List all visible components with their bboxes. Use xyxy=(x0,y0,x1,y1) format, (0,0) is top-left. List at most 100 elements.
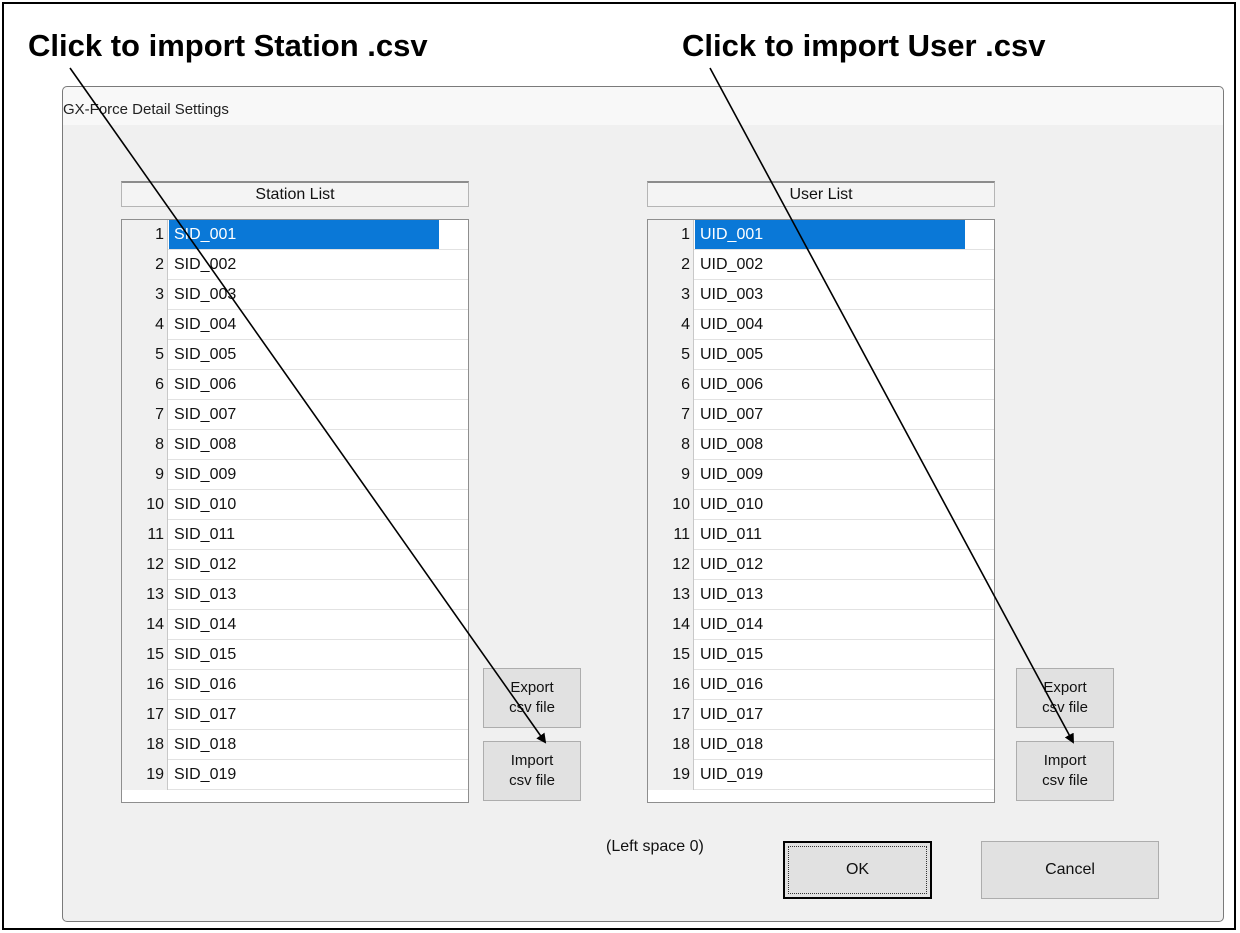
user-row[interactable]: 17 UID_017 xyxy=(648,700,994,730)
user-row[interactable]: 11 UID_011 xyxy=(648,520,994,550)
station-row-number: 10 xyxy=(122,490,168,520)
station-cell[interactable]: SID_006 xyxy=(169,370,439,399)
user-row[interactable]: 5 UID_005 xyxy=(648,340,994,370)
station-cell[interactable]: SID_011 xyxy=(169,520,439,549)
user-row[interactable]: 2 UID_002 xyxy=(648,250,994,280)
station-row[interactable]: 16 SID_016 xyxy=(122,670,468,700)
user-row-number: 2 xyxy=(648,250,694,280)
station-row[interactable]: 11 SID_011 xyxy=(122,520,468,550)
station-cell[interactable]: SID_013 xyxy=(169,580,439,609)
station-row-number: 6 xyxy=(122,370,168,400)
user-cell[interactable]: UID_008 xyxy=(695,430,965,459)
user-row[interactable]: 9 UID_009 xyxy=(648,460,994,490)
user-cell[interactable]: UID_001 xyxy=(695,220,965,249)
station-row[interactable]: 19 SID_019 xyxy=(122,760,468,790)
user-row[interactable]: 14 UID_014 xyxy=(648,610,994,640)
user-cell[interactable]: UID_017 xyxy=(695,700,965,729)
user-row[interactable]: 8 UID_008 xyxy=(648,430,994,460)
user-cell[interactable]: UID_013 xyxy=(695,580,965,609)
station-cell[interactable]: SID_016 xyxy=(169,670,439,699)
user-cell[interactable]: UID_006 xyxy=(695,370,965,399)
ok-button[interactable]: OK xyxy=(783,841,932,899)
station-row[interactable]: 9 SID_009 xyxy=(122,460,468,490)
user-cell[interactable]: UID_009 xyxy=(695,460,965,489)
user-cell[interactable]: UID_012 xyxy=(695,550,965,579)
station-row-number: 8 xyxy=(122,430,168,460)
station-row[interactable]: 10 SID_010 xyxy=(122,490,468,520)
station-row-number: 2 xyxy=(122,250,168,280)
station-cell[interactable]: SID_002 xyxy=(169,250,439,279)
user-cell[interactable]: UID_018 xyxy=(695,730,965,759)
user-export-csv-button[interactable]: Export csv file xyxy=(1016,668,1114,728)
station-cell[interactable]: SID_012 xyxy=(169,550,439,579)
station-row-number: 9 xyxy=(122,460,168,490)
user-cell[interactable]: UID_004 xyxy=(695,310,965,339)
user-row-number: 17 xyxy=(648,700,694,730)
station-cell[interactable]: SID_018 xyxy=(169,730,439,759)
station-row-number: 15 xyxy=(122,640,168,670)
user-import-csv-button[interactable]: Import csv file xyxy=(1016,741,1114,801)
station-row[interactable]: 17 SID_017 xyxy=(122,700,468,730)
user-cell[interactable]: UID_016 xyxy=(695,670,965,699)
user-list-grid[interactable]: 19 UID_019 18 UID_018 17 UID_017 16 UID_016 15 UI… xyxy=(647,219,995,803)
station-row[interactable]: 4 SID_004 xyxy=(122,310,468,340)
station-cell[interactable]: SID_005 xyxy=(169,340,439,369)
user-row[interactable]: 19 UID_019 xyxy=(648,760,994,790)
user-cell[interactable]: UID_010 xyxy=(695,490,965,519)
station-row-number: 1 xyxy=(122,220,168,250)
station-cell[interactable]: SID_004 xyxy=(169,310,439,339)
user-row[interactable]: 12 UID_012 xyxy=(648,550,994,580)
cancel-button[interactable]: Cancel xyxy=(981,841,1159,899)
station-row[interactable]: 13 SID_013 xyxy=(122,580,468,610)
user-cell[interactable]: UID_019 xyxy=(695,760,965,789)
station-export-csv-button[interactable]: Export csv file xyxy=(483,668,581,728)
user-row[interactable]: 6 UID_006 xyxy=(648,370,994,400)
user-row[interactable]: 16 UID_016 xyxy=(648,670,994,700)
station-row[interactable]: 8 SID_008 xyxy=(122,430,468,460)
user-row[interactable]: 7 UID_007 xyxy=(648,400,994,430)
user-cell[interactable]: UID_007 xyxy=(695,400,965,429)
user-row[interactable]: 4 UID_004 xyxy=(648,310,994,340)
station-cell[interactable]: SID_014 xyxy=(169,610,439,639)
user-cell[interactable]: UID_015 xyxy=(695,640,965,669)
station-row-number: 17 xyxy=(122,700,168,730)
station-row[interactable]: 7 SID_007 xyxy=(122,400,468,430)
station-cell[interactable]: SID_017 xyxy=(169,700,439,729)
station-cell[interactable]: SID_010 xyxy=(169,490,439,519)
station-row-number: 18 xyxy=(122,730,168,760)
station-cell[interactable]: SID_015 xyxy=(169,640,439,669)
user-row-number: 12 xyxy=(648,550,694,580)
station-import-csv-button[interactable]: Import csv file xyxy=(483,741,581,801)
station-cell[interactable]: SID_007 xyxy=(169,400,439,429)
user-row[interactable]: 10 UID_010 xyxy=(648,490,994,520)
user-cell[interactable]: UID_002 xyxy=(695,250,965,279)
station-row[interactable]: 18 SID_018 xyxy=(122,730,468,760)
user-row[interactable]: 13 UID_013 xyxy=(648,580,994,610)
station-cell[interactable]: SID_008 xyxy=(169,430,439,459)
station-cell[interactable]: SID_001 xyxy=(169,220,439,249)
station-cell[interactable]: SID_019 xyxy=(169,760,439,789)
station-list-grid[interactable]: 19 SID_019 18 SID_018 17 SID_017 16 SID_016 15 SI… xyxy=(121,219,469,803)
user-row-number: 1 xyxy=(648,220,694,250)
station-row[interactable]: 2 SID_002 xyxy=(122,250,468,280)
user-cell[interactable]: UID_005 xyxy=(695,340,965,369)
user-row[interactable]: 3 UID_003 xyxy=(648,280,994,310)
station-row[interactable]: 6 SID_006 xyxy=(122,370,468,400)
station-row[interactable]: 12 SID_012 xyxy=(122,550,468,580)
station-row[interactable]: 1 SID_001 xyxy=(122,220,468,250)
user-row[interactable]: 15 UID_015 xyxy=(648,640,994,670)
station-row[interactable]: 14 SID_014 xyxy=(122,610,468,640)
station-list-header: Station List xyxy=(121,181,469,207)
user-cell[interactable]: UID_003 xyxy=(695,280,965,309)
station-cell[interactable]: SID_003 xyxy=(169,280,439,309)
station-row[interactable]: 15 SID_015 xyxy=(122,640,468,670)
station-cell[interactable]: SID_009 xyxy=(169,460,439,489)
user-cell[interactable]: UID_011 xyxy=(695,520,965,549)
user-row-number: 6 xyxy=(648,370,694,400)
station-row[interactable]: 3 SID_003 xyxy=(122,280,468,310)
user-row[interactable]: 1 UID_001 xyxy=(648,220,994,250)
station-import-label-1: Import xyxy=(510,752,554,769)
station-row[interactable]: 5 SID_005 xyxy=(122,340,468,370)
user-cell[interactable]: UID_014 xyxy=(695,610,965,639)
user-row[interactable]: 18 UID_018 xyxy=(648,730,994,760)
